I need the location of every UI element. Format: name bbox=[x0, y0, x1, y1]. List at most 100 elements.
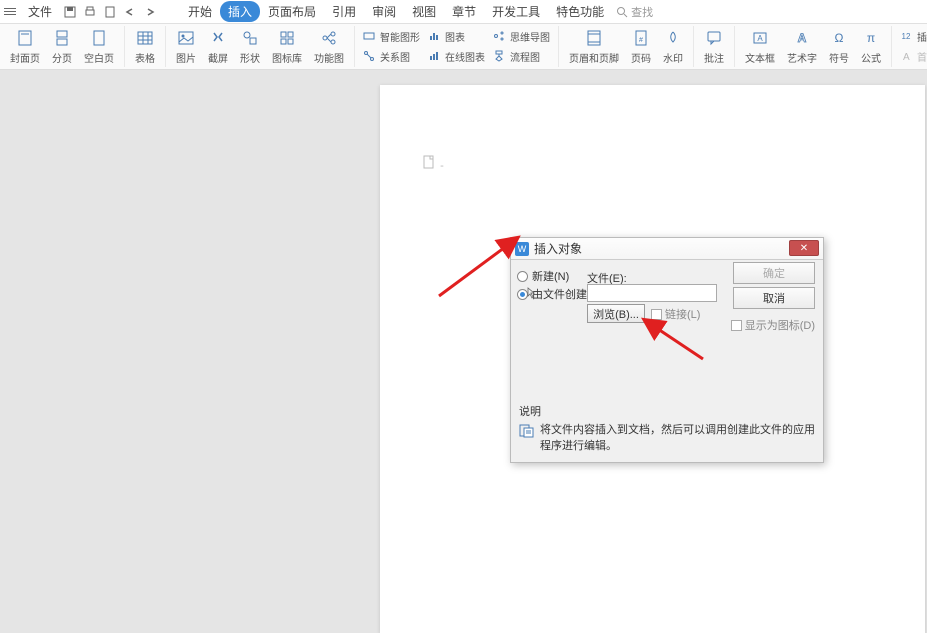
show-icon-checkbox-box bbox=[731, 320, 742, 331]
undo-icon[interactable] bbox=[122, 4, 138, 20]
screenshot-button[interactable]: 截屏 bbox=[202, 26, 234, 67]
table-button[interactable]: 表格 bbox=[129, 26, 161, 67]
header-footer-label: 页眉和页脚 bbox=[569, 50, 619, 65]
link-checkbox-box bbox=[651, 309, 662, 320]
save-icon[interactable] bbox=[62, 4, 78, 20]
textbox-button[interactable]: A 文本框 bbox=[739, 26, 781, 67]
screenshot-label: 截屏 bbox=[208, 50, 228, 65]
comment-icon bbox=[704, 28, 724, 48]
equation-button[interactable]: π 公式 bbox=[855, 26, 887, 67]
insert-object-dialog: W 插入对象 ✕ 新建(N) 由文件创建(F) 文件(E): 浏览(B)... … bbox=[510, 237, 824, 463]
online-chart-button[interactable]: 在线图表 bbox=[424, 47, 489, 67]
svg-text:#: # bbox=[639, 37, 643, 44]
blank-page-icon bbox=[89, 28, 109, 48]
chart-icon bbox=[428, 30, 442, 44]
comment-button[interactable]: 批注 bbox=[698, 26, 730, 67]
page-marker-icon: - bbox=[423, 155, 444, 172]
cover-label: 封面页 bbox=[10, 50, 40, 65]
dialog-body: 新建(N) 由文件创建(F) 文件(E): 浏览(B)... 链接(L) 显示为… bbox=[511, 260, 823, 462]
mindmap-button[interactable]: 思维导图 bbox=[489, 27, 554, 47]
symbol-label: 符号 bbox=[829, 50, 849, 65]
dialog-titlebar[interactable]: W 插入对象 ✕ bbox=[511, 238, 823, 260]
search-box[interactable]: 查找 bbox=[612, 4, 657, 20]
textbox-icon: A bbox=[750, 28, 770, 48]
icons-button[interactable]: 图标库 bbox=[266, 26, 308, 67]
header-footer-button[interactable]: 页眉和页脚 bbox=[563, 26, 625, 67]
redo-icon[interactable] bbox=[142, 4, 158, 20]
tab-review[interactable]: 审阅 bbox=[364, 1, 404, 22]
description-text: 将文件内容插入到文档，然后可以调用创建此文件的应用程序进行编辑。 bbox=[540, 423, 815, 454]
browse-button[interactable]: 浏览(B)... bbox=[587, 304, 645, 323]
shapes-button[interactable]: 形状 bbox=[234, 26, 266, 67]
tab-insert[interactable]: 插入 bbox=[220, 1, 260, 22]
table-icon bbox=[135, 28, 155, 48]
chart-button[interactable]: 图表 bbox=[424, 27, 489, 47]
tab-start[interactable]: 开始 bbox=[180, 1, 220, 22]
wordart-label: 艺术字 bbox=[787, 50, 817, 65]
cover-page-button[interactable]: 封面页 bbox=[4, 26, 46, 67]
smart-shape-button[interactable]: 智能图形 bbox=[359, 27, 424, 47]
relationship-button[interactable]: 关系图 bbox=[359, 47, 424, 67]
file-path-input[interactable] bbox=[587, 284, 717, 302]
picture-icon bbox=[176, 28, 196, 48]
tab-view[interactable]: 视图 bbox=[404, 1, 444, 22]
close-icon[interactable]: ✕ bbox=[789, 240, 819, 256]
page-number-button[interactable]: # 页码 bbox=[625, 26, 657, 67]
radio-new-label: 新建(N) bbox=[532, 268, 569, 284]
wordart-icon: A bbox=[792, 28, 812, 48]
cover-page-icon bbox=[15, 28, 35, 48]
blank-page-button[interactable]: 空白页 bbox=[78, 26, 120, 67]
flowchart-icon bbox=[493, 50, 507, 64]
ribbon-toolbar: 封面页 分页 空白页 表格 图片 截屏 形状 图标库 bbox=[0, 24, 927, 70]
tab-chapter[interactable]: 章节 bbox=[444, 1, 484, 22]
print-preview-icon[interactable] bbox=[102, 4, 118, 20]
watermark-label: 水印 bbox=[663, 50, 683, 65]
show-icon-checkbox-label: 显示为图标(D) bbox=[745, 317, 815, 333]
smart-shape-icon bbox=[363, 30, 377, 44]
top-menu-bar: 文件 开始 插入 页面布局 引用 审阅 视图 章节 开发工具 特色功能 查找 bbox=[0, 0, 927, 24]
insert-number-icon: 12 bbox=[900, 30, 914, 44]
menu-icon[interactable] bbox=[4, 6, 16, 18]
wordart-button[interactable]: A 艺术字 bbox=[781, 26, 823, 67]
shapes-icon bbox=[240, 28, 260, 48]
equation-icon: π bbox=[861, 28, 881, 48]
description-title: 说明 bbox=[519, 403, 815, 419]
mindmap-icon bbox=[493, 30, 507, 44]
ok-button[interactable]: 确定 bbox=[733, 262, 815, 284]
flowchart-button[interactable]: 流程图 bbox=[489, 47, 554, 67]
insert-number-button[interactable]: 12 插入数字 bbox=[896, 27, 927, 47]
radio-new-circle bbox=[517, 271, 528, 282]
watermark-icon bbox=[663, 28, 683, 48]
link-checkbox[interactable]: 链接(L) bbox=[651, 306, 700, 322]
tab-references[interactable]: 引用 bbox=[324, 1, 364, 22]
dialog-title: 插入对象 bbox=[534, 240, 582, 257]
watermark-button[interactable]: 水印 bbox=[657, 26, 689, 67]
dialog-app-icon: W bbox=[515, 242, 529, 256]
menu-file[interactable]: 文件 bbox=[20, 1, 60, 22]
page-break-button[interactable]: 分页 bbox=[46, 26, 78, 67]
comment-label: 批注 bbox=[704, 50, 724, 65]
tab-page-layout[interactable]: 页面布局 bbox=[260, 1, 324, 22]
cancel-button[interactable]: 取消 bbox=[733, 287, 815, 309]
smart-shape-label: 智能图形 bbox=[380, 29, 420, 44]
print-icon[interactable] bbox=[82, 4, 98, 20]
browse-label: 浏览(B)... bbox=[593, 306, 639, 322]
search-placeholder: 查找 bbox=[631, 4, 653, 20]
icons-label: 图标库 bbox=[272, 50, 302, 65]
shapes-label: 形状 bbox=[240, 50, 260, 65]
tab-special[interactable]: 特色功能 bbox=[548, 1, 612, 22]
tab-developer[interactable]: 开发工具 bbox=[484, 1, 548, 22]
drop-cap-icon: A bbox=[900, 50, 914, 64]
header-footer-icon bbox=[584, 28, 604, 48]
symbol-button[interactable]: Ω 符号 bbox=[823, 26, 855, 67]
relationship-label: 关系图 bbox=[380, 49, 410, 64]
symbol-icon: Ω bbox=[829, 28, 849, 48]
smartart-button[interactable]: 功能图 bbox=[308, 26, 350, 67]
svg-text:A: A bbox=[757, 34, 763, 43]
relationship-icon bbox=[363, 50, 377, 64]
page-break-icon bbox=[52, 28, 72, 48]
picture-button[interactable]: 图片 bbox=[170, 26, 202, 67]
show-as-icon-checkbox[interactable]: 显示为图标(D) bbox=[731, 317, 815, 333]
picture-label: 图片 bbox=[176, 50, 196, 65]
first-page-button[interactable]: A 首字下沉 bbox=[896, 47, 927, 67]
